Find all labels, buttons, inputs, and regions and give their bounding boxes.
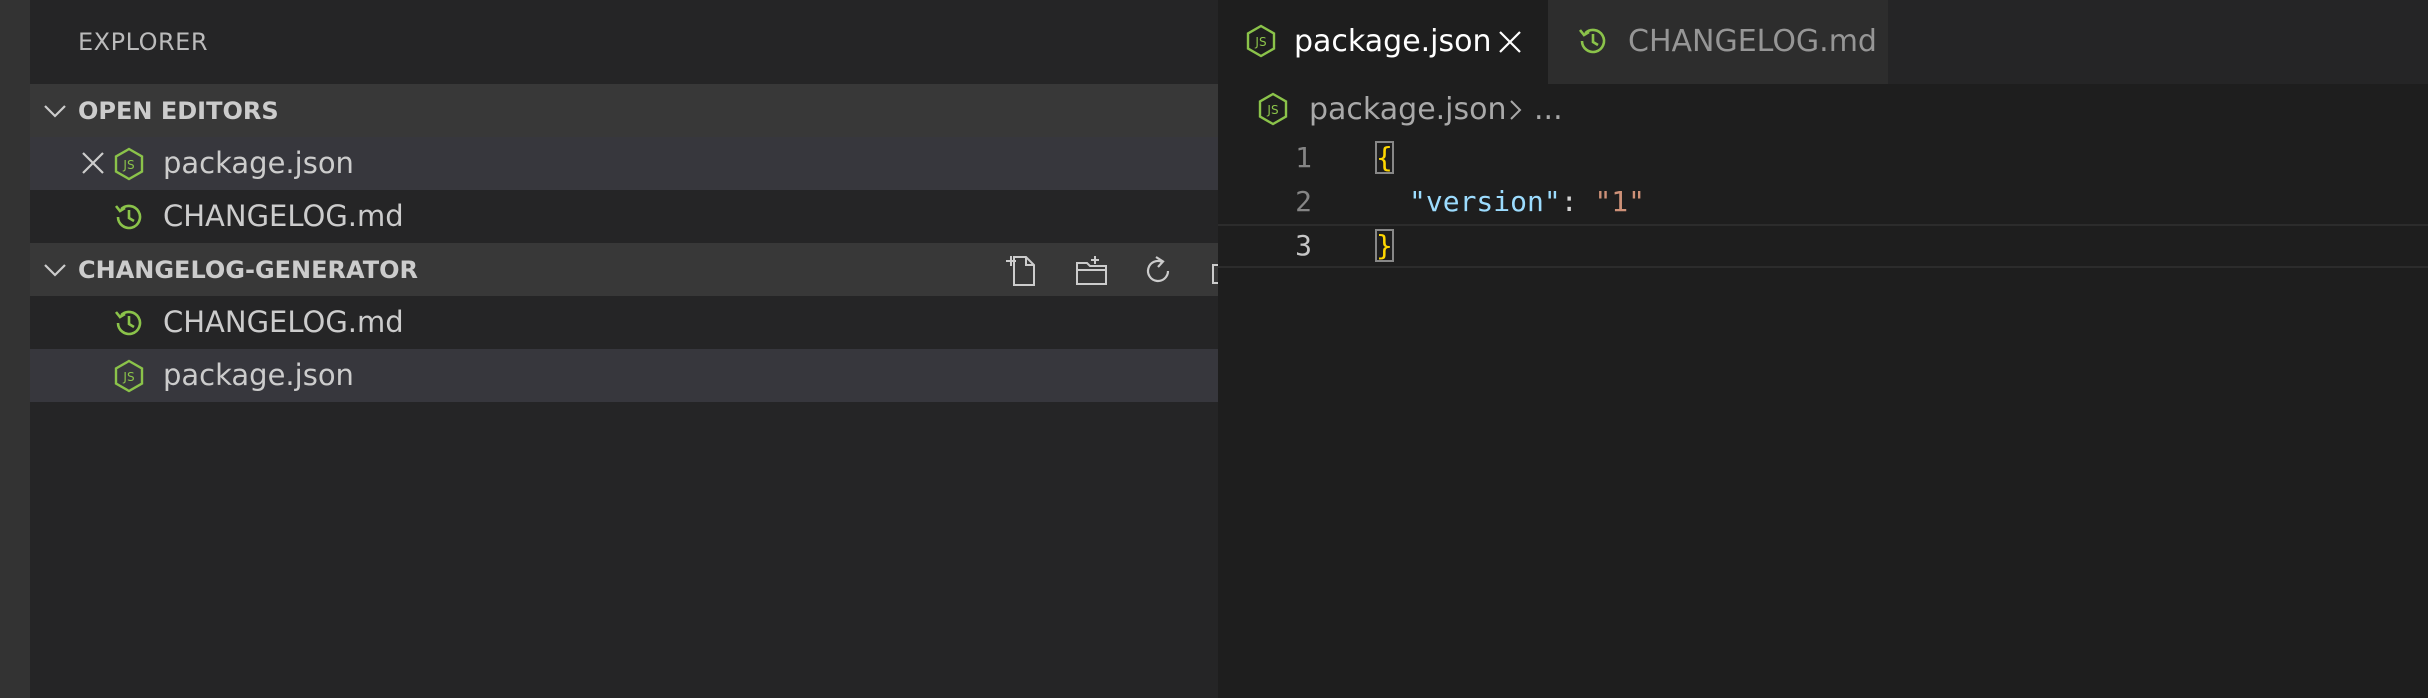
refresh-icon[interactable] bbox=[1140, 253, 1176, 289]
code-editor[interactable]: 1 { 2 "version": "1" 3 } bbox=[1218, 136, 2428, 698]
nodejs-icon: JS bbox=[114, 359, 144, 393]
line-number: 3 bbox=[1295, 229, 1312, 262]
history-icon bbox=[114, 310, 142, 336]
svg-text:JS: JS bbox=[122, 370, 134, 384]
json-key: "version" bbox=[1409, 185, 1561, 218]
chevron-down-icon bbox=[44, 104, 66, 118]
svg-text:JS: JS bbox=[122, 158, 134, 172]
history-icon bbox=[114, 204, 142, 230]
new-folder-icon[interactable] bbox=[1073, 253, 1109, 289]
workspace-folder-header[interactable]: CHANGELOG-GENERATOR bbox=[30, 243, 1240, 296]
breadcrumb-ellipsis[interactable]: ... bbox=[1534, 84, 1563, 136]
code-content: "version": "1" bbox=[1409, 180, 1645, 224]
tab-label: package.json bbox=[1294, 24, 1492, 59]
svg-text:JS: JS bbox=[1266, 103, 1278, 117]
tab-package-json[interactable]: JS package.json bbox=[1218, 0, 1548, 84]
code-content: { bbox=[1375, 136, 1394, 180]
nodejs-icon: JS bbox=[1258, 92, 1288, 126]
close-icon[interactable] bbox=[1497, 29, 1523, 55]
editor-group: JS package.json CHANGELOG.md JS package.… bbox=[1218, 0, 2428, 698]
code-line: 1 { bbox=[1218, 136, 2428, 180]
new-file-icon[interactable] bbox=[1004, 253, 1040, 289]
tab-changelog[interactable]: CHANGELOG.md bbox=[1548, 0, 1888, 84]
open-editors-header[interactable]: OPEN EDITORS bbox=[30, 84, 1218, 137]
open-editor-label: CHANGELOG.md bbox=[163, 199, 404, 233]
close-brace: } bbox=[1375, 229, 1394, 262]
explorer-sidebar: EXPLORER OPEN EDITORS JS package.json CH… bbox=[30, 0, 1240, 698]
file-item-package-json[interactable]: JS package.json bbox=[30, 349, 1218, 402]
breadcrumb: JS package.json ... bbox=[1218, 84, 2428, 136]
file-label: package.json bbox=[163, 358, 354, 392]
file-label: CHANGELOG.md bbox=[163, 305, 404, 339]
activity-bar bbox=[0, 0, 30, 698]
workspace-folder-label: CHANGELOG-GENERATOR bbox=[78, 255, 418, 284]
open-editor-item-package-json[interactable]: JS package.json bbox=[30, 137, 1218, 190]
nodejs-icon: JS bbox=[114, 147, 144, 181]
json-value: "1" bbox=[1594, 185, 1646, 218]
vscode-window: EXPLORER OPEN EDITORS JS package.json CH… bbox=[0, 0, 2428, 698]
tab-label: CHANGELOG.md bbox=[1628, 24, 1877, 59]
chevron-right-icon bbox=[1510, 100, 1522, 120]
line-number: 2 bbox=[1295, 185, 1312, 218]
sidebar-title: EXPLORER bbox=[78, 28, 208, 56]
breadcrumb-file[interactable]: package.json bbox=[1309, 84, 1507, 136]
line-number: 1 bbox=[1295, 141, 1312, 174]
close-icon[interactable] bbox=[80, 150, 106, 176]
open-brace: { bbox=[1375, 141, 1394, 174]
json-colon: : bbox=[1560, 185, 1595, 218]
chevron-down-icon bbox=[44, 263, 66, 277]
code-content: } bbox=[1375, 226, 1394, 266]
code-line-current: 3 } bbox=[1218, 224, 2428, 268]
history-icon bbox=[1578, 28, 1606, 54]
file-item-changelog[interactable]: CHANGELOG.md bbox=[30, 296, 1218, 349]
nodejs-icon: JS bbox=[1246, 24, 1276, 58]
open-editor-label: package.json bbox=[163, 146, 354, 180]
open-editor-item-changelog[interactable]: CHANGELOG.md bbox=[30, 190, 1218, 243]
tab-bar: JS package.json CHANGELOG.md bbox=[1218, 0, 2428, 84]
code-line: 2 "version": "1" bbox=[1218, 180, 2428, 224]
svg-text:JS: JS bbox=[1254, 35, 1266, 49]
open-editors-label: OPEN EDITORS bbox=[78, 96, 279, 125]
